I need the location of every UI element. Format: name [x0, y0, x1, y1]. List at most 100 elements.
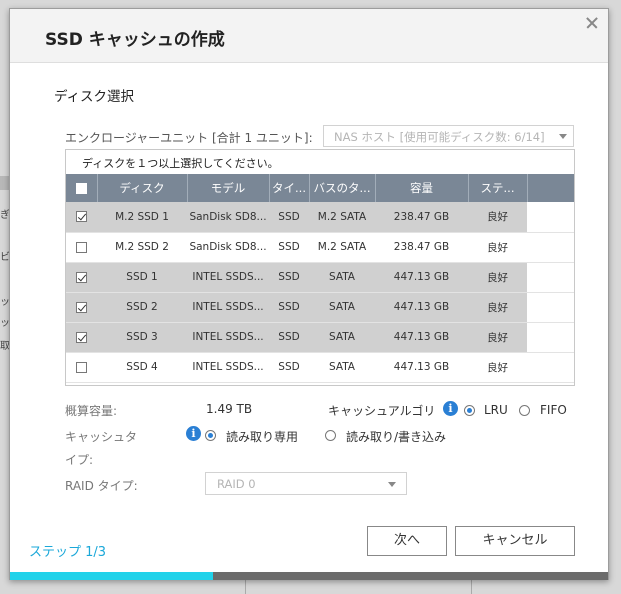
- dialog-header: SSD キャッシュの作成: [10, 9, 608, 63]
- column-header-type[interactable]: タイ...: [269, 174, 310, 202]
- enclosure-select[interactable]: NAS ホスト [使用可能ディスク数: 6/14]: [323, 125, 574, 147]
- dialog-title: SSD キャッシュの作成: [45, 30, 225, 50]
- algorithm-fifo-radio[interactable]: [519, 405, 530, 416]
- table-header-row: ディスク モデル タイ... バスのタ... 容量 ステ...: [66, 174, 574, 202]
- background-divider: [471, 578, 472, 594]
- cell-capacity: 238.47 GB: [375, 232, 468, 263]
- row-select-cell[interactable]: [66, 352, 97, 383]
- cell-model: INTEL SSDS...: [187, 292, 269, 323]
- cell-type: SSD: [269, 202, 309, 233]
- algorithm-fifo-label[interactable]: FIFO: [540, 403, 567, 417]
- row-select-cell[interactable]: [66, 232, 97, 263]
- row-select-cell[interactable]: [66, 202, 97, 233]
- cell-status: 良好: [468, 352, 527, 383]
- algorithm-lru-label[interactable]: LRU: [484, 403, 508, 417]
- algorithm-lru-radio[interactable]: [464, 405, 475, 416]
- capacity-label: 概算容量:: [65, 404, 118, 418]
- row-spacer: [527, 202, 574, 233]
- cell-bus: SATA: [309, 352, 375, 383]
- cell-type: SSD: [269, 232, 309, 263]
- next-button[interactable]: 次へ: [367, 526, 447, 556]
- wizard-progress-fill: [10, 572, 214, 580]
- row-spacer: [527, 292, 574, 323]
- row-spacer: [527, 352, 574, 383]
- chevron-down-icon: [388, 482, 396, 487]
- cell-disk: M.2 SSD 2: [97, 232, 187, 263]
- cancel-button[interactable]: キャンセル: [455, 526, 575, 556]
- table-row[interactable]: SSD 2 INTEL SSDS... SSD SATA 447.13 GB 良好: [66, 292, 574, 323]
- cell-bus: SATA: [309, 322, 375, 353]
- cell-status: 良好: [468, 232, 527, 263]
- cell-status: 良好: [468, 262, 527, 293]
- cell-bus: M.2 SATA: [309, 202, 375, 233]
- column-header-capacity[interactable]: 容量: [375, 174, 469, 202]
- cell-capacity: 447.13 GB: [375, 292, 468, 323]
- capacity-value: 1.49 TB: [206, 402, 253, 416]
- cell-capacity: 447.13 GB: [375, 352, 468, 383]
- read-only-label[interactable]: 読み取り専用: [226, 428, 298, 445]
- row-checkbox[interactable]: [76, 271, 87, 283]
- row-spacer: [527, 262, 574, 293]
- cell-model: INTEL SSDS...: [187, 322, 269, 353]
- section-title: ディスク選択: [54, 89, 135, 105]
- table-row[interactable]: SSD 3 INTEL SSDS... SSD SATA 447.13 GB 良好: [66, 322, 574, 353]
- background-divider: [245, 578, 246, 594]
- close-icon[interactable]: [584, 15, 600, 31]
- cell-disk: SSD 1: [97, 262, 187, 293]
- cell-type: SSD: [269, 292, 309, 323]
- column-header-model[interactable]: モデル: [187, 174, 270, 202]
- row-checkbox[interactable]: [76, 361, 87, 373]
- row-checkbox[interactable]: [76, 301, 87, 313]
- info-icon[interactable]: i: [443, 401, 458, 416]
- cell-disk: SSD 3: [97, 322, 187, 353]
- cell-disk: SSD 2: [97, 292, 187, 323]
- row-checkbox[interactable]: [76, 331, 87, 343]
- row-select-cell[interactable]: [66, 262, 97, 293]
- cell-bus: M.2 SATA: [309, 232, 375, 263]
- read-write-label[interactable]: 読み取り/書き込み: [346, 428, 446, 445]
- cell-disk: SSD 4: [97, 352, 187, 383]
- raid-type-select[interactable]: RAID 0: [205, 472, 407, 495]
- row-select-cell[interactable]: [66, 292, 97, 323]
- row-checkbox[interactable]: [76, 241, 87, 253]
- row-checkbox[interactable]: [76, 211, 87, 223]
- raid-type-value: RAID 0: [217, 477, 256, 491]
- wizard-progress-bar: [10, 572, 608, 580]
- read-only-radio[interactable]: [205, 430, 216, 441]
- cell-model: SanDisk SD8...: [187, 232, 269, 263]
- select-all-checkbox[interactable]: [75, 183, 87, 194]
- column-header-status[interactable]: ステ...: [468, 174, 528, 202]
- cell-status: 良好: [468, 202, 527, 233]
- cell-status: 良好: [468, 292, 527, 323]
- cell-capacity: 447.13 GB: [375, 262, 468, 293]
- cell-model: SanDisk SD8...: [187, 202, 269, 233]
- cell-model: INTEL SSDS...: [187, 352, 269, 383]
- cache-type-label-cont: イプ:: [65, 453, 94, 467]
- table-row[interactable]: SSD 4 INTEL SSDS... SSD SATA 447.13 GB 良好: [66, 352, 574, 383]
- cell-status: 良好: [468, 322, 527, 353]
- column-header-disk[interactable]: ディスク: [97, 174, 188, 202]
- cell-disk: M.2 SSD 1: [97, 202, 187, 233]
- table-row[interactable]: M.2 SSD 2 SanDisk SD8... SSD M.2 SATA 238.47…: [66, 232, 574, 263]
- disk-instruction: ディスクを１つ以上選択してください。: [82, 157, 279, 170]
- table-row[interactable]: M.2 SSD 1 SanDisk SD8... SSD M.2 SATA 238.47…: [66, 202, 574, 233]
- enclosure-select-value: NAS ホスト [使用可能ディスク数: 6/14]: [334, 130, 545, 144]
- column-header-bus[interactable]: バスのタ...: [309, 174, 376, 202]
- disk-table: ディスク モデル タイ... バスのタ... 容量 ステ... M.2 SSD …: [66, 174, 574, 383]
- select-all-header[interactable]: [66, 174, 98, 202]
- cell-model: INTEL SSDS...: [187, 262, 269, 293]
- read-write-radio[interactable]: [325, 430, 336, 441]
- table-row[interactable]: SSD 1 INTEL SSDS... SSD SATA 447.13 GB 良好: [66, 262, 574, 293]
- raid-type-label: RAID タイプ:: [65, 479, 138, 493]
- row-spacer: [527, 322, 574, 353]
- row-select-cell[interactable]: [66, 322, 97, 353]
- cell-bus: SATA: [309, 262, 375, 293]
- step-indicator: ステップ 1/3: [29, 545, 107, 560]
- column-header-spacer: [527, 174, 574, 202]
- info-icon[interactable]: i: [186, 426, 201, 441]
- cell-type: SSD: [269, 352, 309, 383]
- cell-bus: SATA: [309, 292, 375, 323]
- enclosure-label: エンクロージャーユニット [合計 1 ユニット]:: [65, 131, 313, 145]
- cell-capacity: 238.47 GB: [375, 202, 468, 233]
- algorithm-label: キャッシュアルゴリ: [328, 404, 436, 418]
